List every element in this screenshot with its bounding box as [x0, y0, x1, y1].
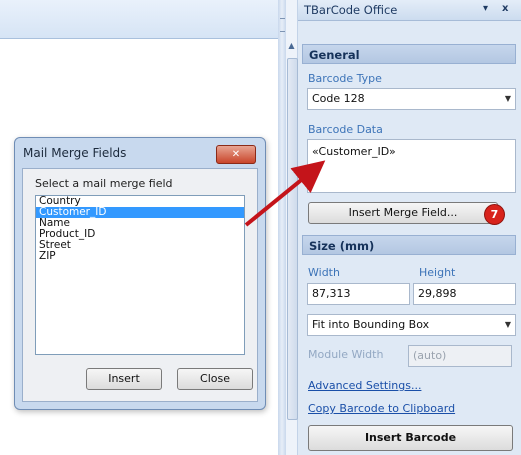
callout-arrow-icon	[244, 160, 326, 227]
